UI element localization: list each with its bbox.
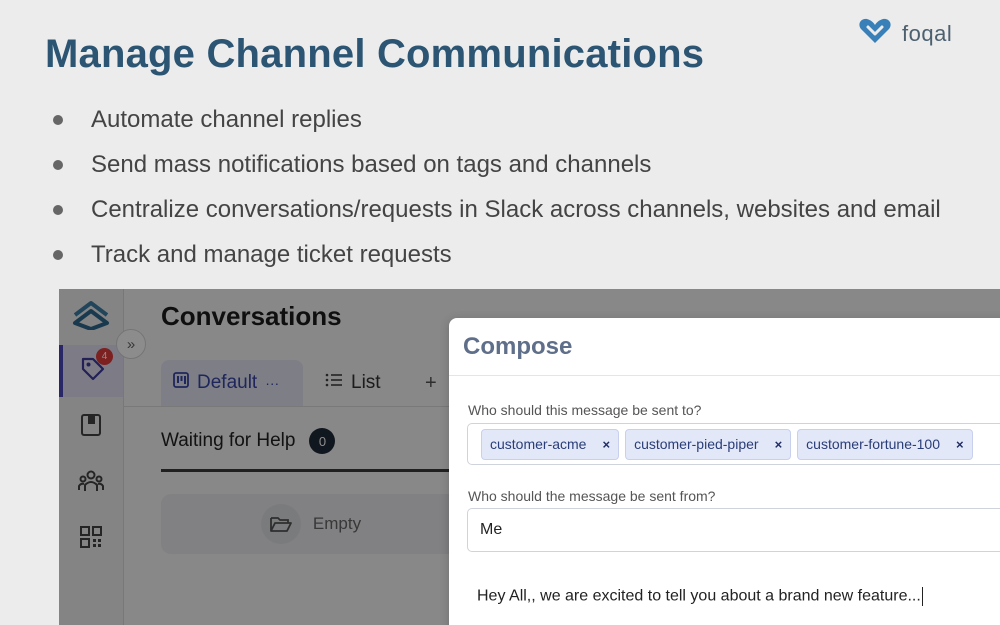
remove-chip-icon[interactable]: × bbox=[956, 437, 964, 452]
feature-text: Centralize conversations/requests in Sla… bbox=[91, 195, 941, 223]
feature-item: Send mass notifications based on tags an… bbox=[48, 142, 941, 187]
bullet-icon bbox=[53, 159, 63, 170]
chip-label: customer-fortune-100 bbox=[806, 436, 940, 452]
bullet-icon bbox=[53, 249, 63, 260]
feature-text: Send mass notifications based on tags an… bbox=[91, 150, 652, 178]
compose-dialog: Compose Who should this message be sent … bbox=[449, 318, 1000, 625]
from-value: Me bbox=[480, 521, 503, 538]
feature-list: Automate channel replies Send mass notif… bbox=[48, 97, 941, 277]
brand-name: foqal bbox=[902, 20, 953, 46]
foqal-heart-logo-icon bbox=[858, 18, 892, 49]
feature-text: Automate channel replies bbox=[91, 105, 362, 133]
to-field-label: Who should this message be sent to? bbox=[468, 402, 702, 418]
brand-logo: foqal bbox=[858, 18, 952, 49]
bullet-icon bbox=[53, 114, 63, 125]
from-select[interactable]: Me bbox=[467, 508, 1000, 552]
dialog-title: Compose bbox=[463, 333, 573, 360]
chip-label: customer-acme bbox=[490, 436, 587, 452]
recipient-chip[interactable]: customer-fortune-100 × bbox=[797, 428, 973, 460]
recipient-chip[interactable]: customer-pied-piper × bbox=[625, 428, 792, 460]
remove-chip-icon[interactable]: × bbox=[602, 437, 610, 452]
from-field-label: Who should the message be sent from? bbox=[468, 488, 716, 504]
bullet-icon bbox=[53, 204, 63, 215]
recipients-input[interactable]: customer-acme × customer-pied-piper × cu… bbox=[467, 423, 1000, 465]
message-text: Hey All,, we are excited to tell you abo… bbox=[477, 587, 921, 605]
recipient-chip[interactable]: customer-acme × bbox=[481, 428, 620, 460]
app-screenshot: 4 » Conversations Default ··· List + Wai… bbox=[59, 289, 1000, 625]
feature-item: Centralize conversations/requests in Sla… bbox=[48, 187, 941, 232]
chip-label: customer-pied-piper bbox=[634, 436, 759, 452]
feature-item: Track and manage ticket requests bbox=[48, 232, 941, 277]
message-body-input[interactable]: Hey All,, we are excited to tell you abo… bbox=[477, 587, 923, 606]
text-cursor bbox=[921, 587, 923, 606]
dialog-divider bbox=[449, 375, 1000, 376]
feature-text: Track and manage ticket requests bbox=[91, 240, 452, 268]
feature-item: Automate channel replies bbox=[48, 97, 941, 142]
slide-title: Manage Channel Communications bbox=[45, 32, 705, 76]
remove-chip-icon[interactable]: × bbox=[775, 437, 783, 452]
